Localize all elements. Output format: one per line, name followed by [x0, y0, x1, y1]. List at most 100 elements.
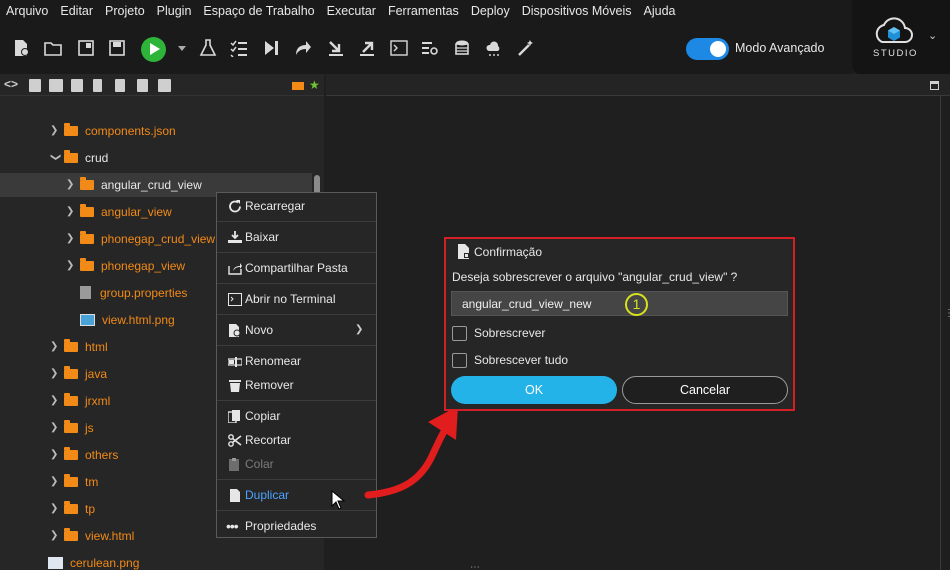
tree-item-jrxml[interactable]: ❯ jrxml	[50, 389, 110, 413]
chevron-right-icon[interactable]: ❯	[50, 443, 60, 467]
panel-divider	[940, 96, 941, 570]
chevron-right-icon[interactable]: ❯	[66, 254, 76, 278]
chevron-right-icon[interactable]: ❯	[50, 524, 60, 548]
new-file-icon[interactable]	[12, 39, 30, 57]
checklist-icon[interactable]	[230, 39, 248, 57]
cloud-icon[interactable]	[485, 39, 503, 57]
chevron-right-icon[interactable]: ❯	[66, 200, 76, 224]
tree-item-components-json[interactable]: ❯ components.json	[50, 119, 176, 143]
star-icon[interactable]: ★	[309, 78, 320, 92]
chevron-right-icon[interactable]: ❯	[50, 362, 60, 386]
menu-item-recarregar[interactable]: Recarregar	[217, 194, 376, 218]
file-tab-icon[interactable]	[29, 79, 41, 92]
menu-item-novo[interactable]: Novo ❯	[217, 318, 376, 342]
tree-item-java[interactable]: ❯ java	[50, 362, 107, 386]
cancel-button[interactable]: Cancelar	[622, 376, 788, 404]
tree-item-view-html[interactable]: ❯ view.html	[50, 524, 134, 548]
folder-icon	[80, 204, 94, 217]
menu-item-abrir-terminal[interactable]: Abrir no Terminal	[217, 287, 376, 311]
overwrite-checkbox[interactable]	[452, 326, 467, 341]
image-file-icon	[80, 314, 95, 326]
menu-ajuda[interactable]: Ajuda	[644, 4, 676, 18]
menu-dispositivos[interactable]: Dispositivos Móveis	[522, 4, 632, 18]
tree-item-phonegap-crud-view[interactable]: ❯ phonegap_crud_view	[66, 227, 215, 251]
menu-item-renomear[interactable]: Renomear	[217, 349, 376, 373]
export-icon[interactable]	[358, 39, 376, 57]
advanced-mode-toggle[interactable]	[686, 38, 729, 60]
save-icon[interactable]	[108, 39, 126, 57]
menu-item-recortar[interactable]: Recortar	[217, 428, 376, 452]
more-icon: •••	[226, 518, 239, 534]
step-annotation-badge: 1	[625, 293, 648, 316]
mobile-tab-icon[interactable]	[93, 79, 102, 92]
folder-icon	[64, 474, 78, 487]
chevron-down-icon[interactable]: ⌄	[928, 29, 937, 42]
chevron-right-icon[interactable]: ❯	[50, 119, 60, 143]
menu-item-remover[interactable]: Remover	[217, 373, 376, 397]
new-name-input[interactable]	[451, 291, 788, 316]
menu-item-propriedades[interactable]: ••• Propriedades	[217, 514, 376, 538]
menu-item-copiar[interactable]: Copiar	[217, 404, 376, 428]
menu-arquivo[interactable]: Arquivo	[6, 4, 48, 18]
menu-espaco-trabalho[interactable]: Espaço de Trabalho	[203, 4, 314, 18]
bottom-resize-handle-icon[interactable]: ⋯	[470, 562, 480, 570]
magic-wand-icon[interactable]	[517, 39, 535, 57]
open-folder-icon[interactable]	[44, 39, 62, 57]
folder-filter-icon[interactable]	[292, 82, 304, 90]
menu-projeto[interactable]: Projeto	[105, 4, 145, 18]
menu-item-duplicar[interactable]: Duplicar	[217, 483, 376, 507]
database-icon[interactable]	[453, 39, 471, 57]
tree-item-crud[interactable]: ❯ crud	[50, 146, 108, 170]
tree-item-angular-view[interactable]: ❯ angular_view	[66, 200, 172, 224]
menu-separator	[217, 510, 376, 511]
run-icon[interactable]	[141, 37, 166, 62]
tree-item-js[interactable]: ❯ js	[50, 416, 94, 440]
chevron-right-icon[interactable]: ❯	[50, 497, 60, 521]
search-list-icon[interactable]	[421, 39, 439, 57]
tree-item-group-properties[interactable]: group.properties	[80, 281, 187, 305]
menu-editar[interactable]: Editar	[60, 4, 93, 18]
html5-tab-icon[interactable]	[137, 79, 148, 92]
tree-item-phonegap-view[interactable]: ❯ phonegap_view	[66, 254, 185, 278]
tree-item-view-html-png[interactable]: view.html.png	[80, 308, 175, 332]
save-tab-icon[interactable]	[115, 79, 125, 92]
chevron-right-icon[interactable]: ❯	[66, 227, 76, 251]
folder-icon	[64, 393, 78, 406]
chevron-right-icon[interactable]: ❯	[50, 470, 60, 494]
chevron-right-icon[interactable]: ❯	[50, 389, 60, 413]
chevron-right-icon[interactable]: ❯	[50, 335, 60, 359]
menu-plugin[interactable]: Plugin	[157, 4, 192, 18]
menu-deploy[interactable]: Deploy	[471, 4, 510, 18]
blocks-tab-icon[interactable]	[49, 79, 63, 92]
terminal-icon[interactable]	[390, 39, 408, 57]
menu-ferramentas[interactable]: Ferramentas	[388, 4, 459, 18]
test-flask-icon[interactable]	[199, 39, 217, 57]
code-icon[interactable]: <>	[4, 77, 18, 91]
tree-item-cerulean-png[interactable]: cerulean.png	[48, 551, 139, 570]
run-dropdown-icon[interactable]	[178, 46, 186, 51]
menu-item-baixar[interactable]: Baixar	[217, 225, 376, 249]
window-icon[interactable]	[77, 39, 95, 57]
tree-item-tm[interactable]: ❯ tm	[50, 470, 98, 494]
tree-item-angular-crud-view[interactable]: ❯ angular_crud_view	[66, 173, 202, 197]
chevron-right-icon[interactable]: ❯	[66, 173, 76, 197]
ok-button[interactable]: OK	[451, 376, 617, 404]
folder-icon	[80, 231, 94, 244]
redo-icon[interactable]	[294, 39, 312, 57]
folder-icon	[64, 420, 78, 433]
tree-item-others[interactable]: ❯ others	[50, 443, 118, 467]
menu-item-colar[interactable]: Colar	[217, 452, 376, 476]
tree-item-tp[interactable]: ❯ tp	[50, 497, 95, 521]
resize-handle-icon[interactable]: ⋮	[944, 309, 950, 319]
dialog-message: Deseja sobrescrever o arquivo "angular_c…	[452, 270, 738, 284]
maximize-icon[interactable]	[930, 81, 939, 90]
widget-tab-icon[interactable]	[158, 79, 171, 92]
menu-executar[interactable]: Executar	[327, 4, 376, 18]
menu-item-compartilhar[interactable]: Compartilhar Pasta	[217, 256, 376, 280]
overwrite-all-checkbox[interactable]	[452, 353, 467, 368]
deploy-down-icon[interactable]	[327, 39, 345, 57]
step-forward-icon[interactable]	[262, 39, 280, 57]
chevron-right-icon[interactable]: ❯	[50, 416, 60, 440]
tree-item-html[interactable]: ❯ html	[50, 335, 108, 359]
tree-tab-icon[interactable]	[71, 79, 83, 92]
